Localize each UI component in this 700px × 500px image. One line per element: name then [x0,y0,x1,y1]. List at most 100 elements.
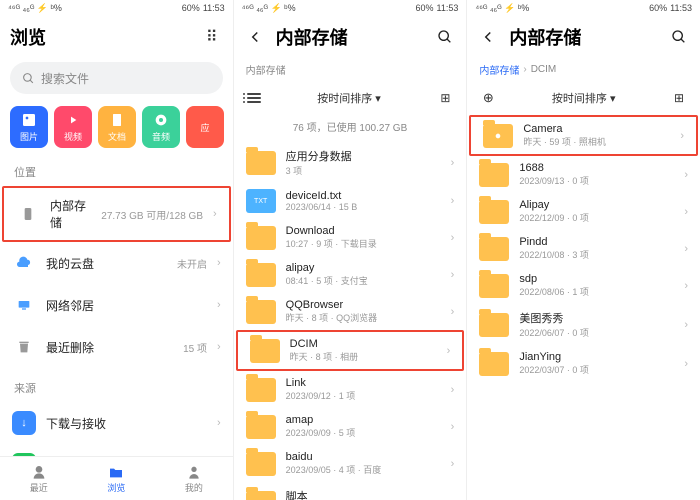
back-icon[interactable] [477,26,499,48]
status-left: ⁴⁶ᴳ ₄₆ᴳ ⚡ ᵇ% [8,3,62,14]
chevron-icon: › [684,206,688,218]
txt-file-icon: TXT [246,189,276,213]
folder-amap[interactable]: amap2023/09/09 · 5 项› [234,408,467,445]
category-文档[interactable]: 文档 [98,106,136,148]
folder-脚本[interactable]: 脚本2023/09/05 · 0 项› [234,482,467,500]
phone-icon [16,202,40,226]
new-folder-icon[interactable]: ⊕ [477,87,499,109]
search-placeholder: 搜索文件 [41,70,89,87]
grid-icon[interactable]: ⊞ [434,87,456,109]
folder-应用分身数据[interactable]: 应用分身数据3 项› [234,142,467,183]
row-网络邻居[interactable]: 网络邻居› [0,284,233,326]
chevron-icon: › [451,269,455,281]
folder-icon [483,124,513,148]
folder-icon [479,200,509,224]
sort-button[interactable]: 按时间排序 ▾ [272,90,427,106]
chevron-icon: › [451,306,455,318]
folder-icon [246,151,276,175]
topbar: 浏览 ⠿ [0,16,233,58]
grid-icon[interactable]: ⊞ [668,87,690,109]
sort-bar: ⊕ 按时间排序 ▾ ⊞ [467,81,700,115]
folder-deviceId.txt[interactable]: TXTdeviceId.txt2023/06/14 · 15 B› [234,183,467,219]
chevron-icon: › [684,243,688,255]
folder-icon [479,163,509,187]
folder-icon [246,452,276,476]
folder-1688[interactable]: 16882023/09/13 · 0 项› [467,156,700,193]
search-input[interactable]: 搜索文件 [10,62,223,94]
nav-浏览[interactable]: 浏览 [78,457,156,500]
net-icon [12,293,36,317]
folder-DCIM[interactable]: DCIM昨天 · 8 项 · 相册› [236,330,465,371]
category-图片[interactable]: 图片 [10,106,48,148]
page-title: 内部存储 [509,24,658,50]
chevron-icon: › [217,341,221,353]
search-icon[interactable] [434,26,456,48]
topbar: 内部存储 [467,16,700,58]
app-icon: ↓ [12,411,36,435]
chevron-icon: › [217,257,221,269]
chevron-icon: › [684,319,688,331]
nav-我的[interactable]: 我的 [155,457,233,500]
chevron-icon: › [451,458,455,470]
crumb-root[interactable]: 内部存储 [479,62,519,77]
chevron-icon: › [213,208,217,220]
breadcrumb[interactable]: 内部存储 › DCIM [467,58,700,81]
category-应[interactable]: 应 [186,106,224,148]
chevron-icon: › [451,421,455,433]
row-我的云盘[interactable]: 我的云盘未开启› [0,242,233,284]
status-bar: ⁴⁶ᴳ ₄₆ᴳ ⚡ ᵇ% 60% 11:53 [234,0,467,16]
folder-JianYing[interactable]: JianYing2022/03/07 · 0 项› [467,345,700,382]
chevron-icon: › [451,195,455,207]
chevron-icon: › [451,497,455,500]
folder-baidu[interactable]: baidu2023/09/05 · 4 项 · 百度› [234,445,467,482]
pane-browse: ⁴⁶ᴳ ₄₆ᴳ ⚡ ᵇ% 60% 11:53 浏览 ⠿ 搜索文件 图片视频文档音… [0,0,234,500]
chevron-icon: › [451,384,455,396]
sort-bar: 按时间排序 ▾ ⊞ [234,81,467,115]
chevron-icon: › [680,130,684,142]
breadcrumb[interactable]: 内部存储 [234,58,467,81]
sort-button[interactable]: 按时间排序 ▾ [507,90,660,106]
folder-icon [246,415,276,439]
status-bar: ⁴⁶ᴳ ₄₆ᴳ ⚡ ᵇ% 60% 11:53 [0,0,233,16]
chevron-icon: › [451,157,455,169]
chevron-icon: › [217,299,221,311]
folder-sdp[interactable]: sdp2022/08/06 · 1 项› [467,267,700,304]
folder-Alipay[interactable]: Alipay2022/12/09 · 0 项› [467,193,700,230]
folder-Download[interactable]: Download10:27 · 9 项 · 下载目录› [234,219,467,256]
folder-icon [246,226,276,250]
more-icon[interactable]: ⠿ [201,26,223,48]
search-icon[interactable] [668,26,690,48]
row-内部存储[interactable]: 内部存储27.73 GB 可用/128 GB› [2,186,231,242]
folder-icon [246,491,276,500]
source-下载与接收[interactable]: ↓下载与接收› [0,402,233,444]
category-音频[interactable]: 音频 [142,106,180,148]
row-最近删除[interactable]: 最近删除15 项› [0,326,233,368]
category-视频[interactable]: 视频 [54,106,92,148]
view-list-icon[interactable] [244,93,264,103]
folder-icon [246,263,276,287]
chevron-icon: › [451,232,455,244]
folder-美图秀秀[interactable]: 美图秀秀2022/06/07 · 0 项› [467,304,700,345]
folder-icon [479,352,509,376]
pane-internal-storage: ⁴⁶ᴳ ₄₆ᴳ ⚡ ᵇ% 60% 11:53 内部存储 内部存储 按时间排序 ▾… [234,0,468,500]
folder-icon [250,339,280,363]
cloud-icon [12,251,36,275]
section-location: 位置 [0,152,233,186]
chevron-icon: › [684,280,688,292]
status-right: 60% 11:53 [182,3,225,13]
source-微信[interactable]: ❂微信› [0,444,233,456]
status-bar: ⁴⁶ᴳ ₄₆ᴳ ⚡ ᵇ% 60% 11:53 [467,0,700,16]
crumb-current: DCIM [531,64,557,75]
back-icon[interactable] [244,26,266,48]
folder-Link[interactable]: Link2023/09/12 · 1 项› [234,371,467,408]
nav-最近[interactable]: 最近 [0,457,78,500]
page-title: 内部存储 [276,24,425,50]
categories: 图片视频文档音频应 [0,98,233,152]
folder-alipay[interactable]: alipay08:41 · 5 项 · 支付宝› [234,256,467,293]
folder-Camera[interactable]: Camera昨天 · 59 项 · 照相机› [469,115,698,156]
folder-icon [246,300,276,324]
folder-Pindd[interactable]: Pindd2022/10/08 · 3 项› [467,230,700,267]
chevron-icon: › [684,169,688,181]
folder-QQBrowser[interactable]: QQBrowser昨天 · 8 项 · QQ浏览器› [234,293,467,330]
chevron-icon: › [684,358,688,370]
